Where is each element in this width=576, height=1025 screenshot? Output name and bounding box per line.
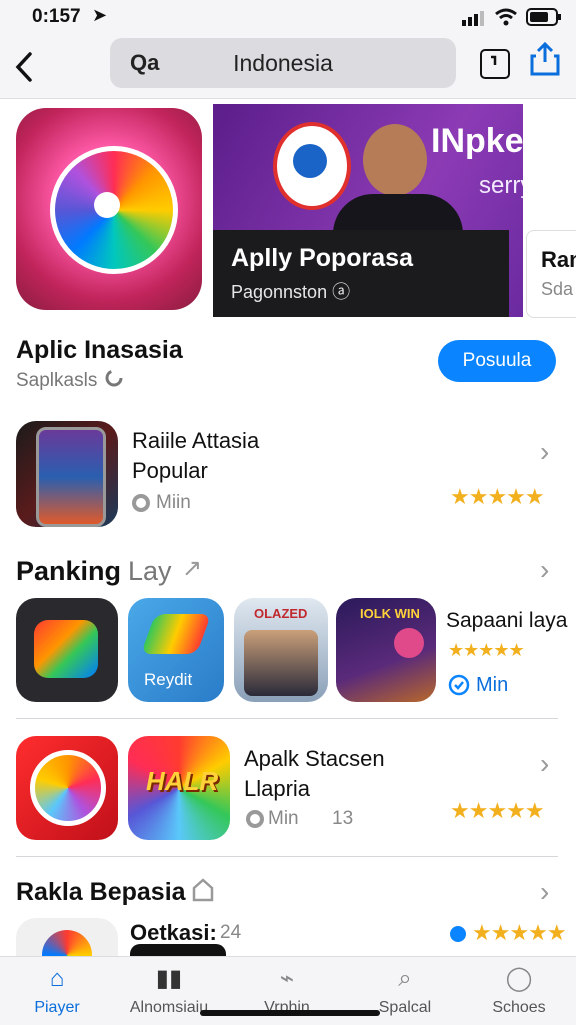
tab-label: Piayer [34, 999, 80, 1016]
section-subtitle: Saplkasls [16, 370, 98, 391]
play-shape-icon [140, 614, 212, 654]
item2-title-line2: Llapria [244, 776, 311, 801]
partial-logo [42, 930, 92, 958]
activity-icon: ⌁ [279, 965, 295, 992]
app-icon-game[interactable]: HALR [128, 736, 230, 840]
partial-app-thumb [130, 944, 226, 956]
trend-arrow-icon: ↗ [182, 555, 203, 582]
game-logo-text: HALR [146, 766, 219, 796]
ranking-app-1[interactable] [16, 598, 118, 702]
check-badge-icon [448, 924, 468, 949]
wifi-icon [494, 8, 518, 31]
clock-icon [244, 808, 266, 835]
chevron-right-icon[interactable]: › [540, 748, 549, 780]
status-bar: 0:157 ➤ [0, 0, 576, 34]
ball-icon [394, 628, 424, 658]
tab-label: Schoes [492, 999, 546, 1016]
phone-screen [36, 427, 106, 527]
home-icon [192, 878, 214, 907]
tab-player[interactable]: ⌂ Piayer [2, 957, 112, 1025]
ranking-side-title: Sapaani laya [446, 609, 568, 632]
featured-app-icon[interactable] [16, 108, 202, 310]
clock-icon [130, 492, 152, 519]
ranking-app-2[interactable]: Reydit [128, 598, 224, 702]
item2-title-line1: Apalk Stacsen [244, 746, 385, 771]
chevron-right-icon[interactable]: › [540, 554, 549, 586]
search-query-text: Indonesia [233, 50, 333, 76]
home-indicator [200, 1010, 380, 1016]
section3-stars: ★★★★★ [472, 920, 567, 945]
swirl-logo [30, 750, 106, 826]
pin-inner [293, 144, 327, 178]
wheel-center [94, 192, 120, 218]
divider [16, 718, 558, 719]
section3-row-count: 24 [220, 922, 242, 943]
signal-icon [462, 10, 488, 31]
item1-rating-stars: ★★★★★ [450, 484, 545, 509]
promo-banner[interactable]: INpkey serry Aplly Poporasa Pagonnston ⓐ [213, 104, 523, 317]
search-field[interactable]: Qa Indonesia [110, 38, 456, 88]
check-badge-icon [448, 674, 470, 701]
back-chevron-icon[interactable] [12, 44, 42, 84]
section-title-ranking-light: Lay [128, 556, 172, 586]
home-icon: ⌂ [49, 965, 65, 992]
chevron-right-icon[interactable]: › [540, 876, 549, 908]
refresh-icon [104, 368, 124, 393]
search-icon: ⌕ [398, 965, 412, 992]
promo-brand-sub: serry [479, 172, 523, 199]
section-title-apps: Aplic Inasasia [16, 336, 183, 364]
item2-count: 13 [332, 808, 354, 829]
popular-button[interactable]: Posuula [438, 340, 556, 382]
section-title-ranking: Panking [16, 556, 122, 586]
ranking-app-3[interactable]: OLAZED [234, 598, 328, 702]
profile-icon: ◯ [505, 965, 533, 992]
person-face [363, 124, 427, 196]
status-time: 0:157 [32, 6, 81, 27]
ranking-side-meta: Min [476, 674, 509, 696]
promo-title: Aplly Poporasa [231, 244, 413, 272]
section-title-rakla: Rakla Bepasia [16, 878, 186, 906]
promo-subtitle: Pagonnston ⓐ [231, 282, 351, 302]
chevron-right-icon[interactable]: › [540, 436, 549, 468]
ranking-app-4[interactable]: IOLK WIN [336, 598, 436, 702]
colorful-shape-icon [34, 620, 98, 678]
app-icon-partial[interactable] [16, 918, 118, 958]
share-icon[interactable] [530, 41, 560, 83]
item1-title-line1: Raiile Attasia [132, 428, 260, 453]
ranking-side-stars: ★★★★★ [448, 640, 525, 660]
app-icon-swirl[interactable] [16, 736, 118, 840]
next-card-sub: Sda [541, 279, 574, 299]
ranking-app-2-label: Reydit [144, 670, 193, 689]
ranking-app-4-label: IOLK WIN [360, 606, 420, 621]
library-icon: ▮▮ [155, 965, 183, 992]
item1-title-line2: Popular [132, 458, 208, 483]
top-nav-bar: Qa Indonesia [0, 34, 576, 99]
ranking-app-3-label: OLAZED [254, 606, 308, 621]
next-card-title: Ran [541, 247, 576, 272]
bookmark-button[interactable] [480, 49, 510, 79]
tab-schoes[interactable]: ◯ Schoes [464, 957, 574, 1025]
promo-brand: INpkey [431, 122, 523, 160]
item2-rating-stars: ★★★★★ [450, 798, 545, 823]
app-icon-phone[interactable] [16, 421, 118, 527]
location-arrow-icon: ➤ [92, 5, 108, 25]
divider [16, 856, 558, 857]
item2-meta: Min [268, 808, 299, 829]
item1-meta: Miin [156, 492, 191, 513]
next-banner-card[interactable]: Ran Sda [526, 230, 576, 318]
people-photo [244, 630, 318, 696]
battery-icon [526, 8, 562, 31]
